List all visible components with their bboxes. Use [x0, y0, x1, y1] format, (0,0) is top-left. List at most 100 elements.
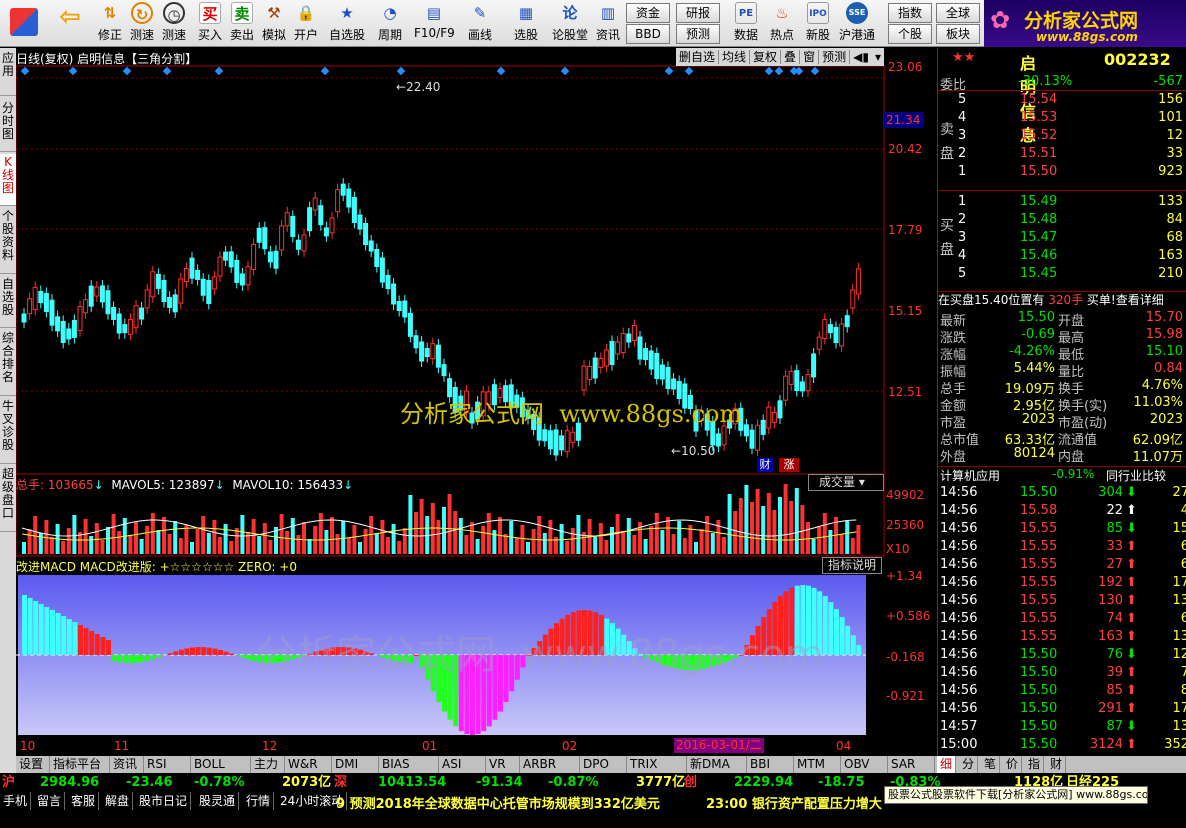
indicator-tab[interactable]: DMI	[332, 756, 379, 773]
news-ticker-1[interactable]: 9 预测2018年全球数据中心托管市场规模到332亿美元	[336, 793, 660, 812]
indicator-tab[interactable]: BBI	[747, 756, 794, 773]
tab-level2[interactable]: 超级盘口	[0, 466, 16, 532]
open-account-button[interactable]: 🔒 开户	[290, 2, 322, 45]
indicator-tab[interactable]: DPO	[580, 756, 627, 773]
news-button[interactable]: ▥ 资讯	[592, 2, 624, 45]
indicator-tab[interactable]: BOLL	[191, 756, 251, 773]
new-stock-button[interactable]: IPO 新股	[802, 2, 834, 45]
adjust-button[interactable]: 复权	[750, 50, 782, 64]
tab-ranking[interactable]: 综合排名	[0, 330, 16, 396]
quote-tab[interactable]: 指	[1025, 756, 1045, 773]
finance-badge[interactable]: 财	[757, 458, 773, 472]
index-button[interactable]: 指数	[888, 3, 932, 23]
cy-index[interactable]: 2229.94	[734, 773, 793, 792]
forum-button[interactable]: 论论股堂	[550, 2, 590, 45]
sell-level-row[interactable]: 1 15.50 923	[938, 164, 1186, 181]
indicator-tab[interactable]: 资讯	[110, 756, 144, 773]
view-detail-link[interactable]: 查看详细	[1116, 293, 1164, 307]
indicator-tab[interactable]: RSI	[144, 756, 191, 773]
indicator-tab[interactable]: 新DMA	[687, 756, 747, 773]
buy-level-row[interactable]: 3 15.47 68	[938, 230, 1186, 247]
draw-line-button[interactable]: ✎ 画线	[462, 2, 498, 45]
buy-level-row[interactable]: 2 15.48 84	[938, 212, 1186, 229]
layout-icon[interactable]	[6, 2, 42, 45]
tab-intraday[interactable]: 分时图	[0, 100, 16, 152]
sell-level-row[interactable]: 5 15.54 156	[938, 92, 1186, 109]
fund-flow-button[interactable]: 资金	[626, 3, 670, 23]
indicator-tab[interactable]: ASI	[439, 756, 486, 773]
indicator-tab[interactable]: OBV	[841, 756, 888, 773]
hk-connect-button[interactable]: SSE 沪港通	[836, 2, 878, 45]
speaker-icon[interactable]: ◀▮	[850, 50, 872, 64]
tab-watchlist[interactable]: 自选股	[0, 276, 16, 328]
status-item[interactable]: 行情	[243, 792, 275, 810]
indicator-tab[interactable]: TRIX	[627, 756, 687, 773]
indicator-tab[interactable]: W&R	[285, 756, 332, 773]
quote-tab[interactable]: 价	[1003, 756, 1023, 773]
stock-button[interactable]: 个股	[888, 24, 932, 44]
back-arrow-icon[interactable]: ⇦	[52, 2, 88, 45]
indicator-tab[interactable]: VR	[486, 756, 520, 773]
status-item[interactable]: 留言	[34, 792, 66, 810]
download-banner[interactable]: 股票公式股票软件下载[分析家公式网] www.88gs.com	[884, 786, 1148, 804]
buy-level-row[interactable]: 4 15.46 163	[938, 248, 1186, 265]
dropdown-icon[interactable]: ▾	[872, 50, 884, 64]
status-item[interactable]: 客服	[68, 792, 100, 810]
quote-tab[interactable]: 笔	[981, 756, 1001, 773]
speed-test-button[interactable]: ◷ 测速	[158, 2, 190, 45]
sector-name[interactable]: 计算机应用	[940, 467, 1000, 484]
indicator-tab[interactable]: MTM	[794, 756, 841, 773]
sell-button[interactable]: 卖卖出	[226, 2, 258, 45]
watchlist-button[interactable]: ★ 自选股	[328, 2, 366, 45]
sell-level-row[interactable]: 2 15.51 33	[938, 146, 1186, 163]
tab-kline[interactable]: K线图	[0, 154, 16, 206]
f10-button[interactable]: ▤ F10/F9	[414, 2, 455, 45]
status-item[interactable]: 手机	[0, 792, 32, 810]
window-button[interactable]: 窗	[800, 50, 820, 64]
news-ticker-2[interactable]: 23:00 银行资产配置压力增大	[706, 793, 882, 812]
indicator-tab[interactable]: 主力	[251, 756, 285, 773]
indicator-tab[interactable]: BIAS	[379, 756, 439, 773]
sell-level-row[interactable]: 4 15.53 101	[938, 110, 1186, 127]
stock-screen-button[interactable]: ▦ 选股	[508, 2, 544, 45]
indicator-tab[interactable]: ARBR	[520, 756, 580, 773]
bbd-button[interactable]: BBD	[626, 24, 670, 44]
forecast-chart-button[interactable]: 预测	[819, 50, 851, 64]
indicator-tab[interactable]: SAR	[888, 756, 935, 773]
indicator-tab[interactable]: 设置	[16, 756, 50, 773]
period-button[interactable]: ◔ 周期	[372, 2, 408, 45]
tab-diagnosis[interactable]: 牛叉诊股	[0, 398, 16, 464]
peer-compare-link[interactable]: 同行业比较	[1106, 467, 1166, 484]
simulate-button[interactable]: ⚒ 模拟	[258, 2, 290, 45]
revise-button[interactable]: ⇅ 修正	[94, 2, 126, 45]
refresh-button[interactable]: ↻ 测速	[126, 2, 158, 45]
quote-tab[interactable]: 财	[1047, 756, 1067, 773]
ma-button[interactable]: 均线	[719, 50, 751, 64]
quote-tab[interactable]: 分	[959, 756, 979, 773]
sector-button[interactable]: 板块	[936, 24, 980, 44]
limit-up-badge[interactable]: 涨	[779, 458, 799, 472]
status-item[interactable]: 解盘	[102, 792, 134, 810]
sell-level-row[interactable]: 3 15.52 12	[938, 128, 1186, 145]
global-button[interactable]: 全球	[936, 3, 980, 23]
remove-watchlist-button[interactable]: 删自选	[676, 50, 720, 64]
hotspot-button[interactable]: ♨ 热点	[766, 2, 798, 45]
status-item[interactable]: 股灵通	[196, 792, 240, 810]
quote-tab[interactable]: 细	[937, 756, 957, 773]
status-item[interactable]: 股市日记	[136, 792, 192, 810]
buy-level-row[interactable]: 5 15.45 210	[938, 266, 1186, 283]
overlay-button[interactable]: 叠	[781, 50, 801, 64]
volume-select[interactable]: 成交量 ▾	[808, 474, 884, 491]
tab-stock-info[interactable]: 个股资料	[0, 208, 16, 274]
star-icon[interactable]: ★★	[952, 50, 975, 65]
indicator-tab[interactable]: 指标平台	[50, 756, 110, 773]
sh-index[interactable]: 2984.96	[40, 773, 99, 792]
data-button[interactable]: PE 数据	[730, 2, 762, 45]
sz-index[interactable]: 10413.54	[378, 773, 446, 792]
buy-button[interactable]: 买买入	[194, 2, 226, 45]
buy-level-row[interactable]: 1 15.49 133	[938, 194, 1186, 211]
tab-apps[interactable]: 应用	[0, 48, 16, 96]
research-button[interactable]: 研报	[676, 3, 720, 23]
forecast-button[interactable]: 预测	[676, 24, 720, 44]
indicator-help-button[interactable]: 指标说明	[822, 557, 882, 574]
